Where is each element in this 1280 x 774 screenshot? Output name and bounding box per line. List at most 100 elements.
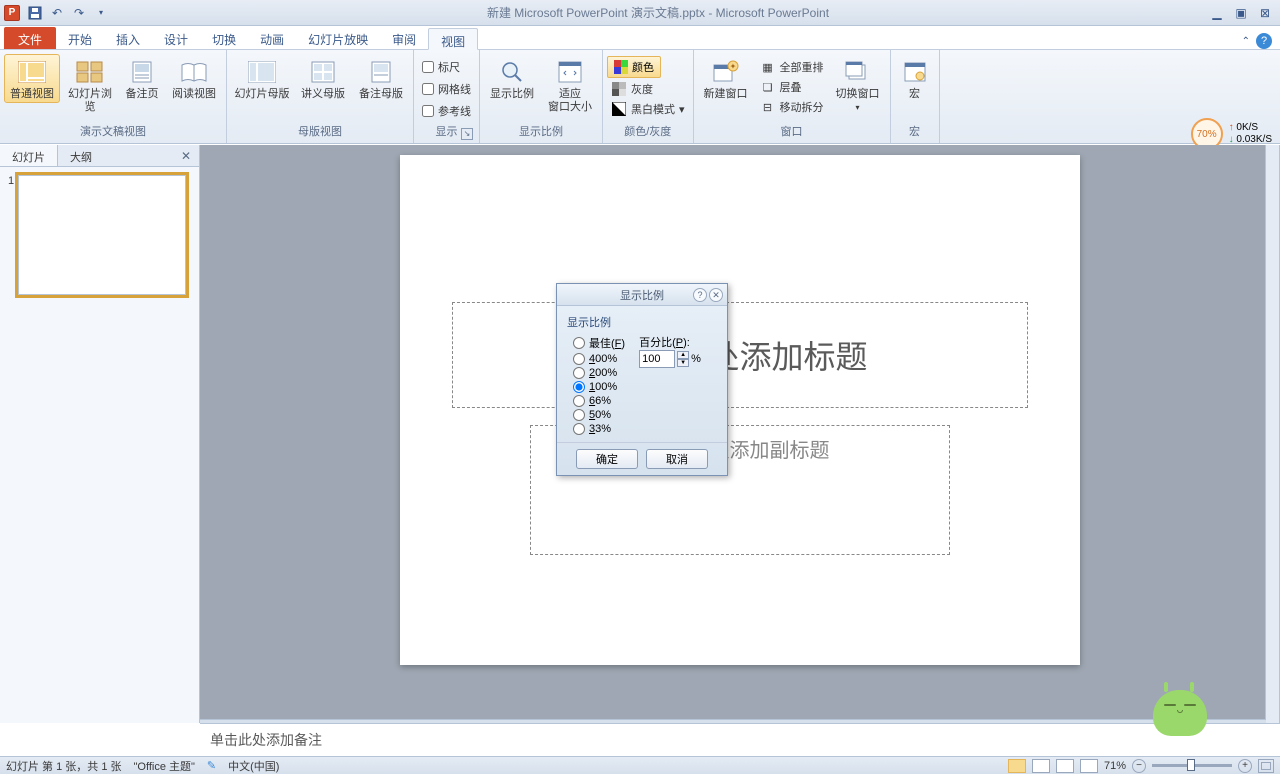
- move-split-button[interactable]: ⊟移动拆分: [756, 98, 828, 116]
- app-icon: P: [4, 5, 20, 21]
- dialog-title-bar[interactable]: 显示比例 ? ✕: [557, 284, 727, 306]
- assistant-mascot[interactable]: [1140, 672, 1220, 752]
- ribbon-min-icon[interactable]: ⌃: [1242, 36, 1250, 47]
- theme-name: "Office 主题": [134, 758, 195, 774]
- dialog-help-icon[interactable]: ?: [693, 288, 707, 302]
- upload-speed: 0K/S: [1236, 122, 1258, 133]
- zoom-50-radio[interactable]: 50%: [567, 408, 631, 422]
- redo-icon[interactable]: ↷: [69, 3, 89, 23]
- slide-master-button[interactable]: 幻灯片母版: [231, 54, 293, 103]
- zoom-icon: [496, 56, 528, 88]
- reading-view-button[interactable]: 阅读视图: [166, 54, 222, 103]
- reading-icon: [178, 56, 210, 88]
- document-title: 新建 Microsoft PowerPoint 演示文稿.pptx - Micr…: [112, 4, 1204, 21]
- switch-icon: [842, 56, 874, 88]
- tab-transitions[interactable]: 切换: [200, 27, 248, 49]
- macros-button[interactable]: 宏: [895, 54, 935, 103]
- slide-number: 1: [8, 175, 14, 295]
- download-speed: 0.03K/S: [1236, 134, 1272, 145]
- tab-slideshow[interactable]: 幻灯片放映: [296, 27, 380, 49]
- tab-thumbnails[interactable]: 幻灯片: [0, 145, 58, 166]
- cancel-button[interactable]: 取消: [646, 449, 708, 469]
- ok-button[interactable]: 确定: [576, 449, 638, 469]
- language-indicator[interactable]: 中文(中国): [228, 758, 279, 774]
- undo-icon[interactable]: ↶: [47, 3, 67, 23]
- slide-sorter-button[interactable]: 幻灯片浏览: [62, 54, 118, 116]
- arrange-all-button[interactable]: ▦全部重排: [756, 58, 828, 76]
- handout-master-icon: [307, 56, 339, 88]
- notes-pane[interactable]: 单击此处添加备注: [200, 723, 1280, 756]
- normal-view-btn[interactable]: [1008, 759, 1026, 773]
- handout-master-button[interactable]: 讲义母版: [295, 54, 351, 103]
- svg-text:✦: ✦: [729, 62, 736, 71]
- zoom-in-button[interactable]: +: [1238, 759, 1252, 773]
- zoom-200-radio[interactable]: 200%: [567, 366, 631, 380]
- minimize-icon[interactable]: ▁: [1206, 4, 1228, 22]
- slides-panel: 幻灯片 大纲 ✕ 1: [0, 145, 200, 723]
- percent-spinner[interactable]: ▲▼: [677, 351, 689, 367]
- slideshow-view-btn[interactable]: [1080, 759, 1098, 773]
- zoom-slider[interactable]: [1152, 764, 1232, 767]
- zoom-400-radio[interactable]: 400%: [567, 352, 631, 366]
- notes-page-icon: [126, 56, 158, 88]
- normal-view-button[interactable]: 普通视图: [4, 54, 60, 103]
- tab-review[interactable]: 审阅: [380, 27, 428, 49]
- group-label-show: 显示↘: [418, 121, 475, 143]
- show-dialog-launcher[interactable]: ↘: [461, 128, 473, 140]
- notes-page-button[interactable]: 备注页: [120, 54, 164, 103]
- panel-close-icon[interactable]: ✕: [173, 145, 199, 166]
- grayscale-button[interactable]: 灰度: [607, 80, 657, 98]
- zoom-66-radio[interactable]: 66%: [567, 394, 631, 408]
- zoom-100-radio[interactable]: 100%: [567, 380, 631, 394]
- slide-thumbnail[interactable]: [18, 175, 186, 295]
- dialog-close-icon[interactable]: ✕: [709, 288, 723, 302]
- help-icon[interactable]: ?: [1256, 33, 1272, 49]
- fit-slide-button[interactable]: [1258, 759, 1274, 773]
- cascade-button[interactable]: ❏层叠: [756, 78, 828, 96]
- tab-view[interactable]: 视图: [428, 28, 478, 50]
- color-button[interactable]: 颜色: [607, 56, 661, 78]
- close-icon[interactable]: ⊠: [1254, 4, 1276, 22]
- percent-input[interactable]: [639, 350, 675, 368]
- slide-master-icon: [246, 56, 278, 88]
- title-placeholder[interactable]: 单击此处添加标题: [452, 302, 1028, 408]
- save-icon[interactable]: [25, 3, 45, 23]
- zoom-out-button[interactable]: −: [1132, 759, 1146, 773]
- arrange-icon: ▦: [760, 59, 776, 75]
- sorter-view-btn[interactable]: [1032, 759, 1050, 773]
- gridlines-checkbox[interactable]: 网格线: [418, 80, 475, 98]
- slide-canvas[interactable]: 单击此处添加标题 单击此处添加副标题: [400, 155, 1080, 665]
- grayscale-icon: [611, 81, 627, 97]
- new-window-button[interactable]: ✦新建窗口: [698, 54, 754, 103]
- notes-master-icon: [365, 56, 397, 88]
- notes-master-button[interactable]: 备注母版: [353, 54, 409, 103]
- restore-icon[interactable]: ▣: [1230, 4, 1252, 22]
- split-icon: ⊟: [760, 99, 776, 115]
- bw-button[interactable]: 黑白模式 ▾: [607, 100, 689, 118]
- tab-animations[interactable]: 动画: [248, 27, 296, 49]
- group-label-presentation-views: 演示文稿视图: [4, 121, 222, 143]
- zoom-fit-radio[interactable]: 最佳(F): [567, 334, 631, 352]
- tab-insert[interactable]: 插入: [104, 27, 152, 49]
- spellcheck-icon[interactable]: ✎: [207, 759, 216, 772]
- ruler-checkbox[interactable]: 标尺: [418, 58, 464, 76]
- vertical-scrollbar[interactable]: [1265, 145, 1279, 723]
- guides-checkbox[interactable]: 参考线: [418, 102, 475, 120]
- zoom-percentage[interactable]: 71%: [1104, 760, 1126, 772]
- tab-design[interactable]: 设计: [152, 27, 200, 49]
- tab-outline[interactable]: 大纲: [58, 145, 104, 166]
- fit-window-button[interactable]: 适应 窗口大小: [542, 54, 598, 116]
- zoom-33-radio[interactable]: 33%: [567, 422, 631, 436]
- group-label-color: 颜色/灰度: [607, 121, 689, 143]
- reading-view-btn[interactable]: [1056, 759, 1074, 773]
- notes-placeholder[interactable]: 单击此处添加备注: [200, 724, 1280, 756]
- slide-editor[interactable]: 单击此处添加标题 单击此处添加副标题: [200, 145, 1280, 723]
- percent-label: 百分比(P):: [639, 334, 701, 350]
- percent-suffix: %: [691, 353, 701, 365]
- group-label-master-views: 母版视图: [231, 121, 409, 143]
- tab-home[interactable]: 开始: [56, 27, 104, 49]
- qat-customize-icon[interactable]: ▾: [91, 3, 111, 23]
- switch-windows-button[interactable]: 切换窗口▾: [830, 54, 886, 116]
- zoom-button[interactable]: 显示比例: [484, 54, 540, 103]
- file-tab[interactable]: 文件: [4, 27, 56, 49]
